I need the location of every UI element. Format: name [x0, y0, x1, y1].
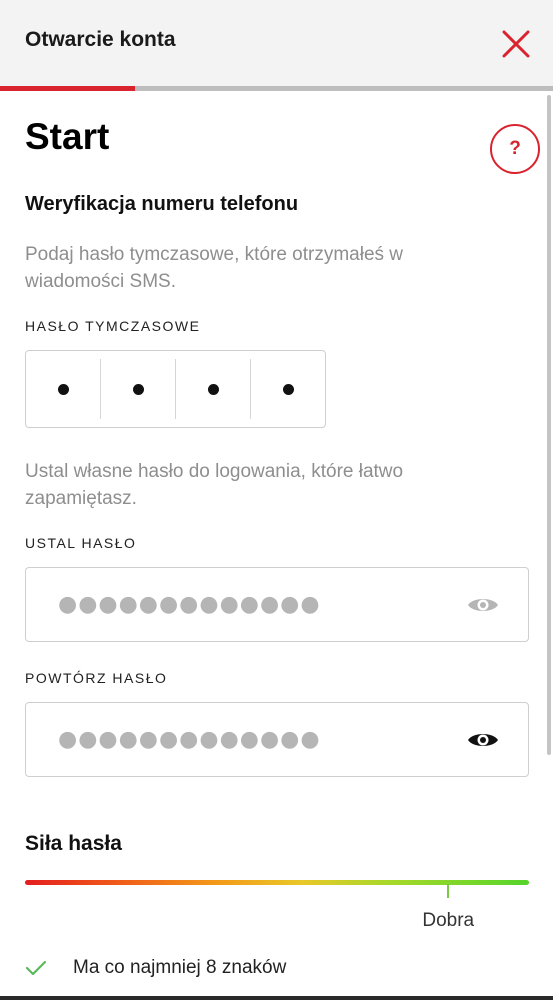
new-password-value: ●●●●●●●●●●●●● — [58, 592, 321, 617]
otp-dot — [282, 383, 294, 395]
set-password-instruction-text: Ustal własne hasło do logowania, które ł… — [25, 461, 404, 509]
password-strength-marker — [447, 884, 450, 898]
progress-fill — [0, 86, 136, 91]
otp-dot — [57, 383, 69, 395]
password-strength-bar — [25, 880, 529, 885]
otp-dot — [207, 383, 219, 395]
page-title: Start — [25, 116, 110, 157]
otp-digit-4[interactable] — [251, 359, 325, 419]
bottom-divider — [0, 996, 553, 1000]
eye-icon[interactable] — [466, 594, 500, 616]
otp-digit-2[interactable] — [101, 359, 176, 419]
otp-dot — [132, 383, 144, 395]
new-password-field[interactable]: ●●●●●●●●●●●●● — [25, 567, 529, 642]
section-title: Weryfikacja numeru telefonu — [25, 193, 299, 215]
otp-digit-1[interactable] — [26, 359, 101, 419]
eye-icon[interactable] — [466, 729, 500, 751]
help-button[interactable]: ? — [490, 124, 540, 174]
requirement-text: Ma co najmniej 8 znaków — [73, 957, 287, 978]
password-strength-title: Siła hasła — [25, 832, 122, 855]
close-icon — [502, 30, 530, 58]
repeat-password-label: POWTÓRZ HASŁO — [25, 670, 168, 686]
new-password-label: USTAL HASŁO — [25, 535, 137, 551]
repeat-password-value: ●●●●●●●●●●●●● — [58, 727, 321, 752]
sms-instruction-text: Podaj hasło tymczasowe, które otrzymałeś… — [25, 244, 404, 292]
progress-bar — [0, 86, 553, 91]
requirement-item: Ma co najmniej 8 znaków — [25, 956, 286, 980]
temp-password-label: HASŁO TYMCZASOWE — [25, 318, 201, 334]
header-title: Otwarcie konta — [25, 28, 176, 51]
top-bar: Otwarcie konta — [0, 0, 553, 86]
repeat-password-field[interactable]: ●●●●●●●●●●●●● — [25, 702, 529, 777]
temp-password-input[interactable] — [25, 350, 326, 428]
close-button[interactable] — [496, 24, 536, 64]
otp-digit-3[interactable] — [176, 359, 251, 419]
scrollbar[interactable] — [547, 95, 551, 755]
password-strength-level: Dobra — [422, 910, 475, 931]
check-icon — [25, 960, 47, 976]
